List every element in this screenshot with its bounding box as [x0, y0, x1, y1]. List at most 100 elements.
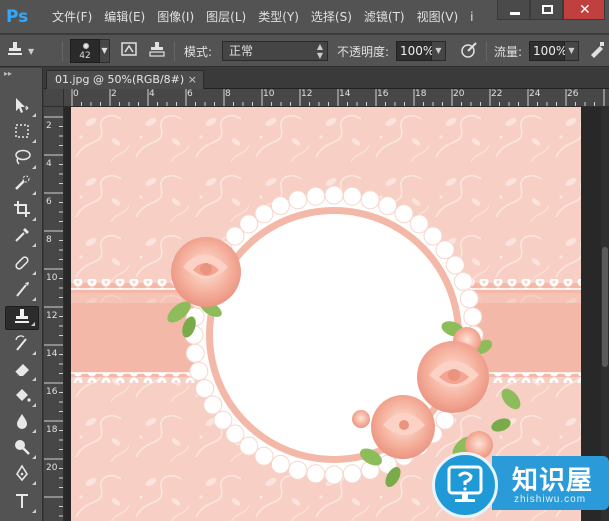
rectangle-marquee-icon [15, 124, 29, 138]
scrollbar-thumb[interactable] [602, 247, 608, 367]
tool-group-indicator [32, 113, 36, 117]
lace-scallop [459, 289, 479, 309]
lace-scallop [342, 186, 362, 206]
brush-picker[interactable]: 42 ▼ [70, 35, 110, 67]
maximize-button[interactable] [530, 0, 563, 20]
eyedropper-icon [15, 228, 29, 242]
toggle-brush-panel-button[interactable] [118, 35, 140, 67]
ruler-label: 14 [339, 89, 351, 99]
lace-scallop [445, 255, 465, 275]
menu-edit[interactable]: 编辑(E) [100, 0, 149, 34]
ruler-label: 4 [46, 159, 52, 169]
menu-select[interactable]: 选择(S) [307, 0, 356, 34]
lace-scallop [189, 361, 209, 381]
clone-source-panel-button[interactable] [146, 35, 168, 67]
collapse-panel-icon[interactable]: ▸▸ [4, 69, 12, 78]
clone-stamp-tool[interactable] [5, 306, 39, 330]
crop-tool[interactable] [5, 200, 39, 224]
mode-label: 模式: [184, 44, 213, 59]
tool-group-indicator [32, 481, 36, 485]
ruler-label: 20 [453, 89, 465, 99]
bandage-icon [15, 256, 29, 270]
blend-mode-select[interactable]: 正常 ▲ ▼ [222, 41, 328, 61]
menu-view[interactable]: 视图(V) [413, 0, 463, 34]
lace-scallop [288, 190, 308, 210]
type-tool[interactable] [5, 492, 39, 516]
tool-group-indicator [32, 455, 36, 459]
dodge-tool[interactable] [5, 438, 39, 462]
tablet-pressure-opacity-button[interactable] [458, 35, 480, 67]
menu-filter[interactable]: 滤镜(T) [360, 0, 409, 34]
history-brush-tool[interactable] [5, 334, 39, 358]
tool-group-indicator [32, 271, 36, 275]
menu-more[interactable]: i [466, 0, 477, 34]
ruler-label: 10 [263, 89, 275, 99]
brush-icon [16, 282, 29, 297]
clone-stamp-preset-icon [4, 40, 26, 62]
lace-scallop [239, 214, 259, 234]
ruler-label: 24 [529, 89, 541, 99]
tool-preset-picker[interactable]: ▼ [4, 35, 34, 67]
document-tab[interactable]: 01.jpg @ 50%(RGB/8#) × [46, 70, 204, 89]
horizontal-ruler[interactable]: 0 2 4 6 8 10 12 14 16 18 20 22 24 26 [64, 89, 609, 107]
flow-slider-dropdown[interactable]: ▼ [565, 41, 579, 61]
brush-dropdown[interactable]: ▼ [100, 39, 110, 63]
opacity-slider-dropdown[interactable]: ▼ [432, 41, 446, 61]
vertical-ruler[interactable]: 2 4 6 8 10 12 14 16 18 20 [44, 107, 64, 521]
tool-group-indicator [32, 429, 36, 433]
tool-group-indicator [32, 139, 36, 143]
airbrush-toggle[interactable] [586, 35, 608, 67]
close-window-button[interactable]: ✕ [563, 0, 605, 20]
paint-bucket-tool[interactable] [5, 386, 39, 410]
blend-mode-value: 正常 [229, 44, 254, 58]
lace-scallop [453, 271, 473, 291]
pen-tool[interactable] [5, 464, 39, 488]
lace-scallop [306, 186, 326, 206]
menu-image[interactable]: 图像(I) [153, 0, 198, 34]
tool-group-indicator [32, 191, 36, 195]
eraser-tool[interactable] [5, 360, 39, 384]
healing-brush-tool[interactable] [5, 254, 39, 278]
quick-selection-tool[interactable] [5, 174, 39, 198]
pressure-icon [458, 40, 480, 62]
crop-icon [14, 201, 30, 217]
minimize-button[interactable] [497, 0, 530, 20]
menu-file[interactable]: 文件(F) [48, 0, 96, 34]
lace-scallop [394, 204, 414, 224]
close-tab-icon[interactable]: × [188, 71, 197, 89]
minimize-icon [510, 12, 520, 15]
opacity-input[interactable]: 100% [396, 41, 434, 61]
lace-scallop [360, 190, 380, 210]
ruler-origin[interactable] [44, 89, 64, 107]
flow-label: 流量: [494, 44, 523, 59]
menu-layer[interactable]: 图层(L) [202, 0, 250, 34]
divider [62, 41, 63, 61]
divider [486, 41, 487, 61]
ruler-label: 18 [46, 425, 58, 435]
ruler-label: 6 [46, 197, 52, 207]
move-tool[interactable] [5, 96, 39, 120]
tool-group-indicator [32, 165, 36, 169]
ruler-label: 6 [187, 89, 193, 99]
lasso-tool[interactable] [5, 148, 39, 172]
ruler-label: 10 [46, 273, 58, 283]
ruler-label: 8 [225, 89, 231, 99]
eraser-icon [14, 364, 29, 377]
ruler-label: 22 [491, 89, 503, 99]
document-tab-bar: 01.jpg @ 50%(RGB/8#) × [44, 68, 609, 89]
brush-tool[interactable] [5, 280, 39, 304]
blur-tool[interactable] [5, 412, 39, 436]
menu-type[interactable]: 类型(Y) [254, 0, 303, 34]
tool-group-indicator [32, 377, 36, 381]
window-controls: ✕ [497, 0, 605, 22]
marquee-tool[interactable] [5, 122, 39, 146]
options-bar: ▼ 42 ▼ 模式: 正常 ▲ ▼ 不透明度: 100% ▼ 流量: 100% … [0, 35, 609, 67]
flow-input[interactable]: 100% [529, 41, 567, 61]
tool-group-indicator [32, 509, 36, 513]
lace-scallop [324, 465, 344, 485]
ruler-label: 4 [149, 89, 155, 99]
airbrush-icon [586, 40, 608, 62]
watermark-banner: 知识屋 zhishiwu.com [492, 456, 609, 510]
eyedropper-tool[interactable] [5, 226, 39, 250]
ruler-label: 14 [46, 349, 58, 359]
